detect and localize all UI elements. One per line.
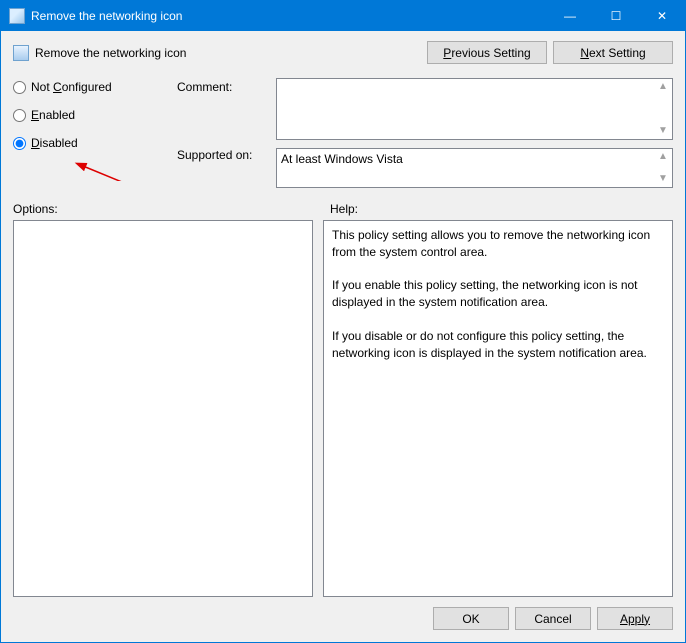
supported-on-field: At least Windows Vista ▲▼ [276, 148, 673, 188]
help-paragraph: If you disable or do not configure this … [332, 328, 664, 362]
options-label: Options: [13, 202, 330, 216]
header-row: Remove the networking icon Previous Sett… [13, 41, 673, 64]
radio-not-configured[interactable]: Not Configured [13, 80, 173, 94]
comment-label: Comment: [177, 78, 272, 94]
radio-disabled[interactable]: Disabled [13, 136, 173, 150]
help-label: Help: [330, 202, 358, 216]
minimize-button[interactable]: — [547, 1, 593, 31]
dialog-footer: OK Cancel Apply [13, 607, 673, 630]
comment-field[interactable]: ▲▼ [276, 78, 673, 140]
supported-scrollbar[interactable]: ▲▼ [655, 150, 671, 186]
supported-on-label: Supported on: [177, 148, 272, 162]
next-setting-button[interactable]: Next Setting [553, 41, 673, 64]
help-paragraph: This policy setting allows you to remove… [332, 227, 664, 261]
comment-scrollbar[interactable]: ▲▼ [655, 80, 671, 138]
close-button[interactable]: ✕ [639, 1, 685, 31]
policy-title: Remove the networking icon [35, 46, 186, 60]
ok-button[interactable]: OK [433, 607, 509, 630]
policy-icon [13, 45, 29, 61]
client-area: Remove the networking icon Previous Sett… [1, 31, 685, 642]
previous-setting-button[interactable]: Previous Setting [427, 41, 547, 64]
lower-panes: This policy setting allows you to remove… [13, 220, 673, 597]
window-title: Remove the networking icon [31, 9, 547, 23]
state-radios: Not Configured Enabled Disabled [13, 78, 173, 150]
apply-button[interactable]: Apply [597, 607, 673, 630]
maximize-button[interactable]: ☐ [593, 1, 639, 31]
radio-not-configured-input[interactable] [13, 81, 26, 94]
radio-disabled-input[interactable] [13, 137, 26, 150]
title-bar: Remove the networking icon — ☐ ✕ [1, 1, 685, 31]
options-pane [13, 220, 313, 597]
app-icon [9, 8, 25, 24]
help-pane: This policy setting allows you to remove… [323, 220, 673, 597]
window-controls: — ☐ ✕ [547, 1, 685, 31]
radio-enabled-input[interactable] [13, 109, 26, 122]
radio-enabled[interactable]: Enabled [13, 108, 173, 122]
cancel-button[interactable]: Cancel [515, 607, 591, 630]
lower-labels: Options: Help: [13, 202, 673, 216]
help-paragraph: If you enable this policy setting, the n… [332, 277, 664, 311]
settings-grid: Not Configured Enabled Disabled Comment:… [13, 78, 673, 188]
